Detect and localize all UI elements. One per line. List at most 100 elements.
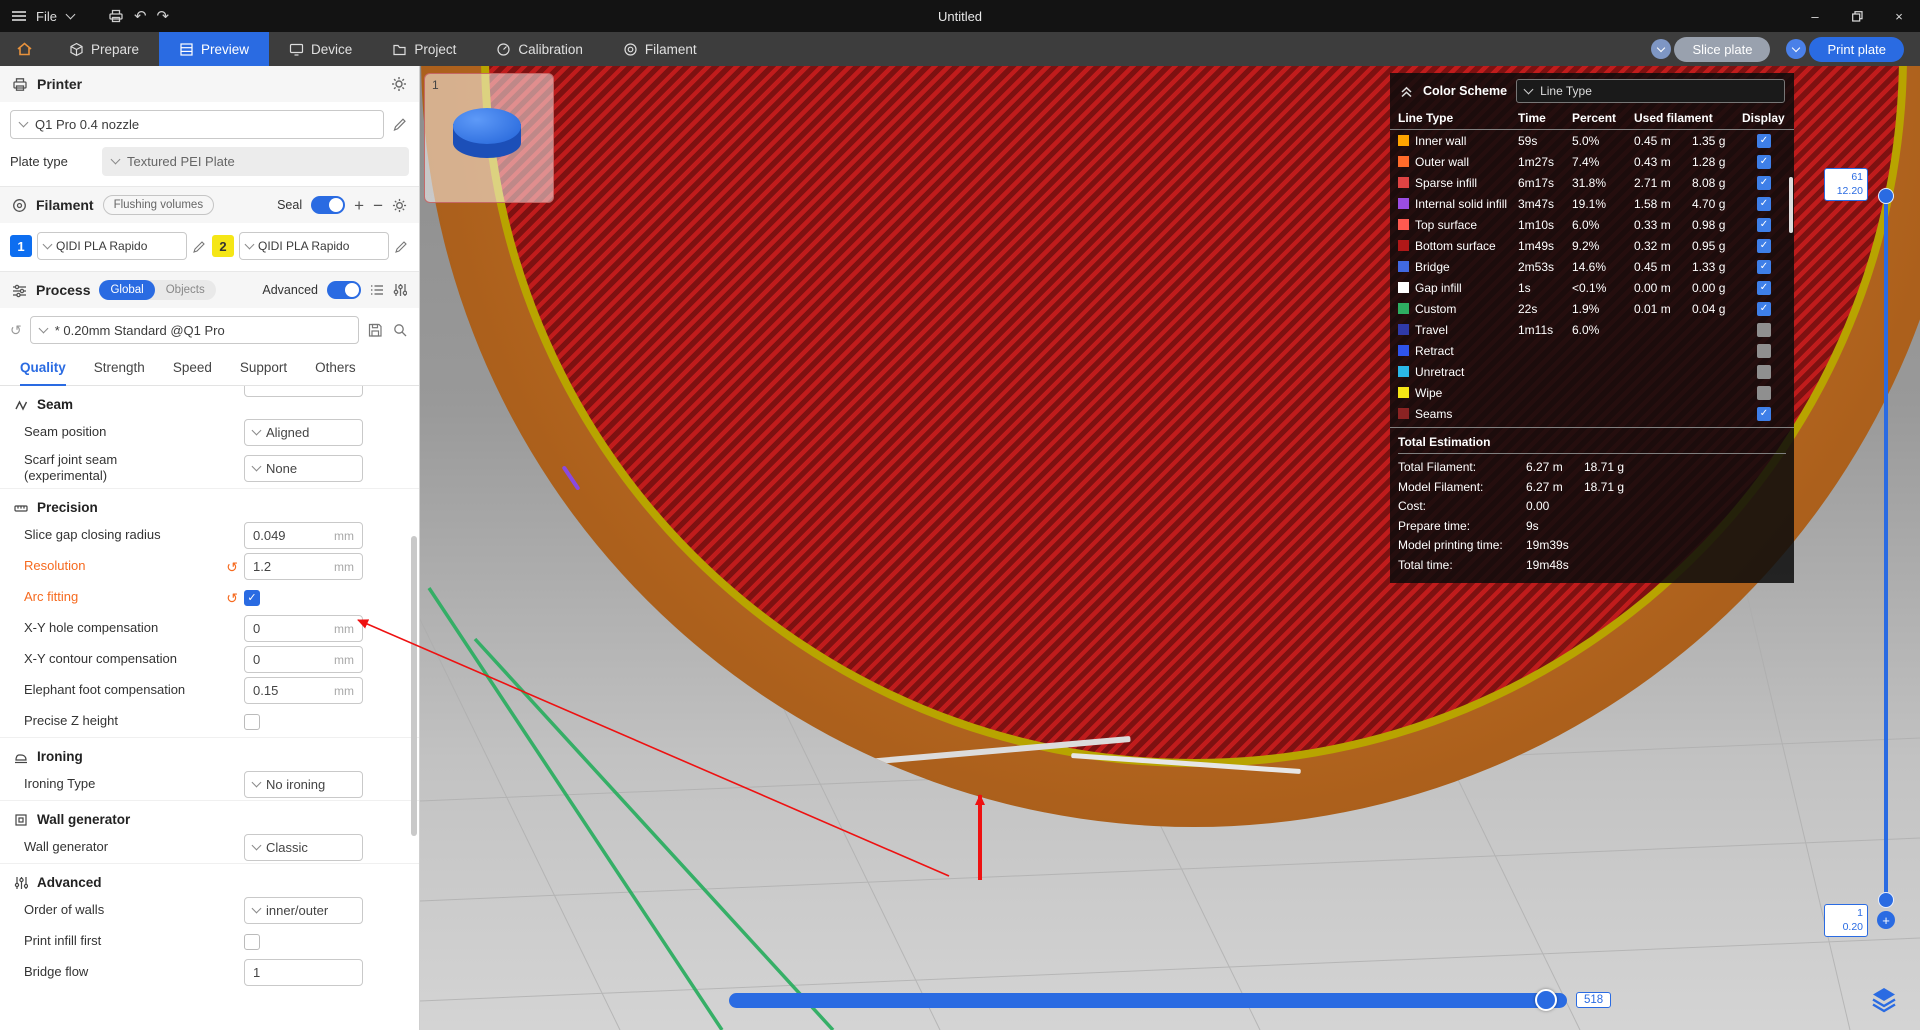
save-preset-icon[interactable] [367, 322, 384, 339]
seam-position-select[interactable]: Aligned [244, 419, 363, 446]
seal-label: Seal [277, 198, 303, 212]
scarf-joint-select[interactable]: None [244, 454, 363, 482]
clipped-setting-select[interactable] [244, 386, 363, 397]
add-pause-button[interactable]: + [1877, 911, 1895, 929]
home-tab[interactable] [0, 32, 49, 66]
display-checkbox[interactable] [1757, 154, 1771, 169]
scope-objects[interactable]: Objects [155, 280, 216, 300]
process-preset-select[interactable]: * 0.20mm Standard @Q1 Pro [29, 316, 359, 344]
filament-1-select[interactable]: QIDI PLA Rapido [37, 232, 187, 260]
slice-dropdown-button[interactable] [1651, 39, 1672, 59]
line-type-filament-g: 0.95 g [1692, 238, 1726, 253]
line-type-time: 1m27s [1518, 154, 1555, 169]
collapse-panel-icon[interactable] [1399, 84, 1414, 98]
display-checkbox[interactable] [1757, 364, 1771, 379]
display-checkbox[interactable] [1757, 280, 1771, 295]
reset-icon[interactable]: ↺ [226, 560, 238, 574]
edit-machine-icon[interactable] [392, 116, 409, 133]
scope-global[interactable]: Global [99, 280, 155, 300]
print-dropdown-button[interactable] [1786, 39, 1807, 59]
sync-preset-icon[interactable]: ↺ [10, 323, 22, 337]
tab-quality[interactable]: Quality [20, 360, 66, 386]
search-preset-icon[interactable] [392, 322, 409, 339]
display-checkbox[interactable] [1757, 322, 1771, 337]
display-checkbox[interactable] [1757, 196, 1771, 211]
col-time: Time [1518, 111, 1546, 125]
filament-section-header: Filament Flushing volumes Seal + − [0, 187, 419, 223]
print-plate-button[interactable]: Print plate [1809, 36, 1904, 62]
seal-toggle[interactable] [311, 196, 346, 214]
xy-contour-input[interactable]: 0 mm [244, 646, 363, 673]
slice-plate-button[interactable]: Slice plate [1674, 36, 1771, 62]
remove-filament-button[interactable]: − [373, 197, 383, 214]
reset-icon[interactable]: ↺ [226, 591, 238, 605]
settings-list[interactable]: Seam Seam position Aligned Scarf joint s… [0, 386, 419, 1030]
flushing-volumes-button[interactable]: Flushing volumes [102, 195, 215, 215]
add-filament-button[interactable]: + [354, 197, 364, 214]
filament-settings-gear-icon[interactable] [392, 198, 407, 213]
parameter-sliders-icon[interactable] [393, 283, 407, 297]
layer-slider[interactable]: + [1877, 188, 1895, 929]
machine-select[interactable]: Q1 Pro 0.4 nozzle [10, 110, 384, 139]
tab-label: Device [311, 41, 353, 57]
slice-gap-input[interactable]: 0.049 mm [244, 522, 363, 549]
display-checkbox[interactable] [1757, 385, 1771, 400]
tab-strength[interactable]: Strength [94, 360, 145, 385]
tab-others[interactable]: Others [315, 360, 356, 385]
plate-thumbnail[interactable]: 1 [424, 73, 554, 203]
resolution-input[interactable]: 1.2 mm [244, 553, 363, 580]
tab-preview[interactable]: Preview [159, 32, 270, 66]
undo-icon[interactable]: ↶ [134, 7, 147, 25]
printer-settings-gear-icon[interactable] [391, 76, 407, 92]
print-infill-first-checkbox[interactable] [244, 933, 260, 950]
color-scheme-select[interactable]: Line Type [1516, 79, 1785, 103]
display-checkbox[interactable] [1757, 217, 1771, 232]
display-checkbox[interactable] [1757, 406, 1771, 421]
order-walls-select[interactable]: inner/outer [244, 897, 363, 924]
ironing-type-select[interactable]: No ironing [244, 771, 363, 798]
display-checkbox[interactable] [1757, 301, 1771, 316]
chevron-down-icon[interactable] [65, 9, 76, 19]
display-checkbox[interactable] [1757, 175, 1771, 190]
elephant-foot-input[interactable]: 0.15 mm [244, 677, 363, 704]
close-button[interactable]: × [1878, 0, 1920, 32]
advanced-toggle[interactable] [327, 281, 361, 299]
menu-icon[interactable] [12, 10, 26, 22]
setting-label: Resolution [24, 558, 86, 574]
layer-slider-bottom-handle[interactable] [1878, 892, 1894, 908]
tab-speed[interactable]: Speed [173, 360, 212, 385]
tab-project[interactable]: Project [372, 32, 476, 66]
tab-prepare[interactable]: Prepare [49, 32, 159, 66]
tab-filament[interactable]: Filament [603, 32, 717, 66]
display-checkbox[interactable] [1757, 343, 1771, 358]
layers-view-icon[interactable] [1869, 984, 1899, 1014]
arc-fitting-checkbox[interactable] [244, 589, 260, 606]
tab-device[interactable]: Device [269, 32, 372, 66]
display-checkbox[interactable] [1757, 133, 1771, 148]
move-slider-handle[interactable] [1535, 989, 1557, 1011]
precise-z-checkbox[interactable] [244, 713, 260, 730]
file-menu[interactable]: File [36, 9, 57, 24]
print-export-icon[interactable] [108, 9, 124, 23]
edit-filament-1-icon[interactable] [192, 239, 207, 254]
wall-generator-select[interactable]: Classic [244, 834, 363, 861]
bridge-flow-input[interactable]: 1 [244, 959, 363, 986]
restore-button[interactable] [1836, 0, 1878, 32]
settings-scrollbar[interactable] [411, 536, 417, 836]
solid-infill-mark [561, 465, 581, 491]
tab-calibration[interactable]: Calibration [476, 32, 603, 66]
printer-section-title: Printer [37, 76, 83, 92]
tab-support[interactable]: Support [240, 360, 287, 385]
filament-2-select[interactable]: QIDI PLA Rapido [239, 232, 389, 260]
layer-slider-top-handle[interactable] [1878, 188, 1894, 204]
setting-label: Elephant foot compensation [24, 682, 186, 698]
display-checkbox[interactable] [1757, 259, 1771, 274]
xy-hole-input[interactable]: 0 mm [244, 615, 363, 642]
objects-list-icon[interactable] [370, 283, 384, 297]
edit-filament-2-icon[interactable] [394, 239, 409, 254]
minimize-button[interactable]: – [1794, 0, 1836, 32]
plate-type-select[interactable]: Textured PEI Plate [102, 147, 409, 176]
legend-scrollbar[interactable] [1789, 177, 1793, 233]
display-checkbox[interactable] [1757, 238, 1771, 253]
move-slider[interactable] [729, 989, 1567, 1011]
